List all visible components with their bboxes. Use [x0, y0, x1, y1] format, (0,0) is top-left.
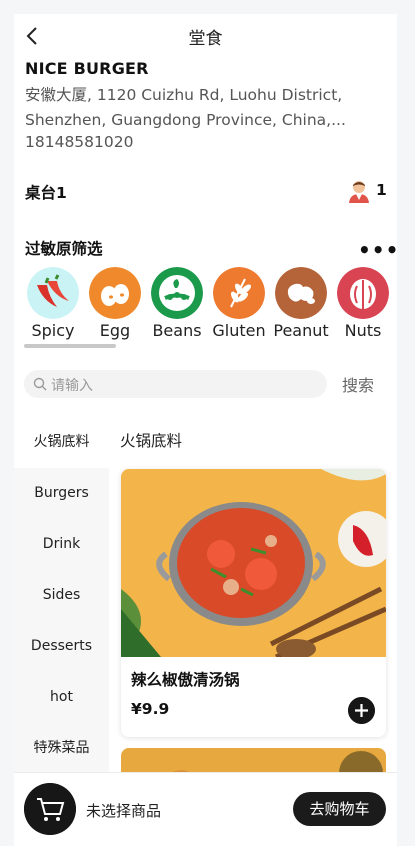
more-options-icon[interactable]: ••• — [358, 238, 397, 262]
category-sidebar: 火锅底料 Burgers Drink Sides Desserts hot 特殊… — [14, 417, 109, 777]
page-title: 堂食 — [188, 29, 223, 49]
nav-bar: 堂食 — [14, 14, 397, 58]
menu-section-title: 火锅底料 — [120, 432, 183, 450]
search-placeholder: 请输入 — [51, 378, 93, 394]
category-item-hot[interactable]: hot — [14, 672, 109, 723]
store-phone: 18148581020 — [25, 133, 134, 151]
table-info: 桌台1 1 — [25, 178, 387, 206]
app-screen: 堂食 NICE BURGER 安徽大厦, 1120 Cuizhu Rd, Luo… — [14, 14, 397, 846]
dish-name: 辣么椒傲清汤锅 — [131, 671, 240, 689]
category-item-hotpot-base[interactable]: 火锅底料 — [14, 417, 109, 468]
dish-price: ¥9.9 — [131, 700, 170, 718]
category-item-sides[interactable]: Sides — [14, 570, 109, 621]
cart-status: 未选择商品 — [86, 802, 162, 820]
allergen-peanut[interactable]: Peanut — [271, 267, 331, 340]
allergen-label: Egg — [99, 321, 131, 340]
allergen-label: Nuts — [344, 321, 382, 340]
dish-photo — [121, 469, 386, 657]
peanut-icon — [275, 267, 327, 319]
store-name: NICE BURGER — [25, 59, 149, 78]
allergen-filter-title: 过敏原筛选 — [25, 240, 103, 258]
cart-bar: 未选择商品 去购物车 — [14, 772, 397, 846]
store-address: 安徽大厦, 1120 Cuizhu Rd, Luohu District, Sh… — [25, 86, 346, 129]
walnut-icon — [337, 267, 389, 319]
chili-pepper-icon — [27, 267, 79, 319]
egg-icon — [89, 267, 141, 319]
category-item-desserts[interactable]: Desserts — [14, 621, 109, 672]
allergen-beans[interactable]: Beans — [147, 267, 207, 340]
go-to-cart-button[interactable]: 去购物车 — [293, 792, 386, 826]
allergen-list: Spicy Egg Beans Gluten Peanut Nuts — [23, 267, 397, 347]
category-item-special[interactable]: 特殊菜品 — [14, 723, 109, 774]
allergen-gluten[interactable]: Gluten — [209, 267, 269, 340]
allergen-spicy[interactable]: Spicy — [23, 267, 83, 340]
dish-card[interactable]: 辣么椒傲清汤锅 ¥9.9 — [121, 469, 386, 737]
table-label: 桌台1 — [25, 184, 67, 202]
shopping-cart-icon[interactable] — [24, 783, 76, 835]
search-button[interactable]: 搜索 — [342, 372, 374, 396]
search-icon — [33, 377, 47, 391]
allergen-scrollbar[interactable] — [24, 344, 116, 348]
diner-count: 1 — [376, 181, 387, 199]
allergen-nuts[interactable]: Nuts — [333, 267, 393, 340]
allergen-egg[interactable]: Egg — [85, 267, 145, 340]
allergen-label: Spicy — [31, 321, 75, 340]
search-input[interactable]: 请输入 — [24, 370, 327, 398]
diner-avatar-icon — [349, 181, 369, 203]
allergen-label: Peanut — [273, 321, 329, 340]
allergen-label: Beans — [152, 321, 202, 340]
wheat-icon — [213, 267, 265, 319]
allergen-label: Gluten — [212, 321, 266, 340]
add-to-cart-icon[interactable] — [348, 697, 375, 724]
category-item-drink[interactable]: Drink — [14, 519, 109, 570]
category-item-burgers[interactable]: Burgers — [14, 468, 109, 519]
beans-icon — [151, 267, 203, 319]
